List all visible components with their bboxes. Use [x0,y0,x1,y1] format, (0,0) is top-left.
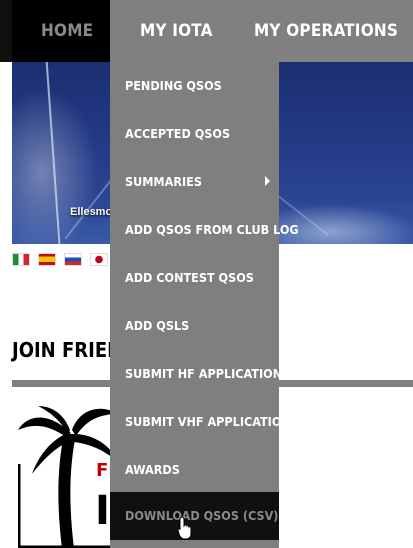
hand-pointer-cursor-icon [177,516,192,540]
menu-item-submit-vhf-application[interactable]: SUBMIT VHF APPLICATION [110,398,291,446]
menu-item-accepted-qsos[interactable]: ACCEPTED QSOS [110,110,279,158]
nav-my-iota[interactable]: MY IOTA [110,0,224,62]
menu-item-pending-qsos[interactable]: PENDING QSOS [110,62,279,110]
menu-item-awards[interactable]: AWARDS [110,446,279,494]
logo-text-black: I [95,488,110,534]
hero-caption: Ellesmo [70,206,113,218]
menu-item-add-qsos-from-club-log[interactable]: ADD QSOS FROM CLUB LOG [110,206,299,254]
nav-my-operations[interactable]: MY OPERATIONS [224,0,413,62]
japanese-flag-icon[interactable] [90,253,108,266]
submenu-arrow-icon [265,176,270,186]
spanish-flag-icon[interactable] [38,253,56,266]
russian-flag-icon[interactable] [64,253,82,266]
menu-item-summaries[interactable]: SUMMARIES [110,158,279,206]
top-navigation-bar: HOME MY IOTA MY OPERATIONS [0,0,413,62]
menu-item-submit-hf-application[interactable]: SUBMIT HF APPLICATION [110,350,282,398]
menu-item-add-qsls[interactable]: ADD QSLS [110,302,279,350]
my-iota-dropdown-menu: PENDING QSOS ACCEPTED QSOS SUMMARIES ADD… [110,62,299,548]
menu-item-add-contest-qsos[interactable]: ADD CONTEST QSOS [110,254,279,302]
menu-item-summaries-label: SUMMARIES [125,174,202,189]
nav-home[interactable]: HOME [12,0,110,62]
italian-flag-icon[interactable] [12,253,30,266]
